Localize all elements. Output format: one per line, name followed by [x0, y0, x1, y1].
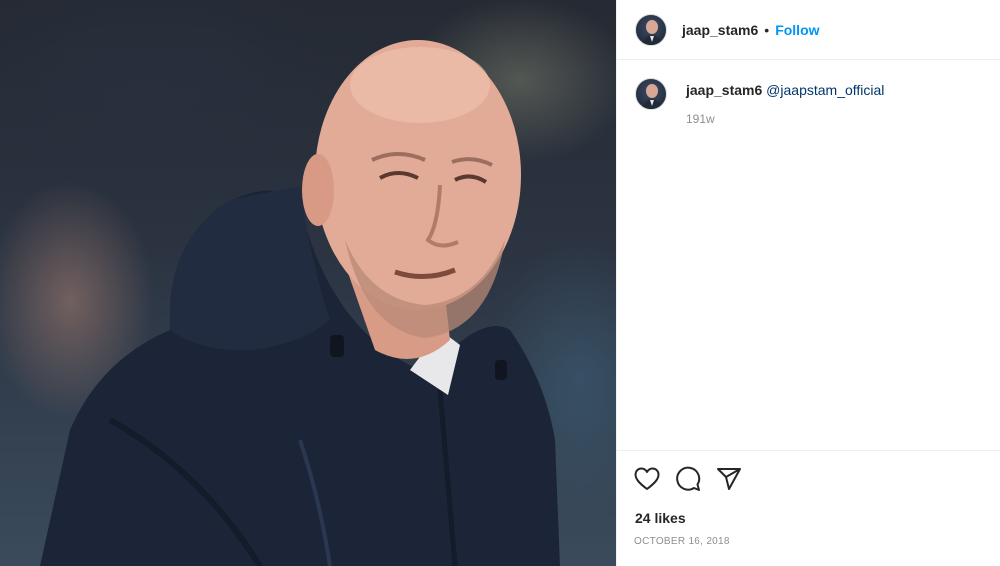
like-button[interactable] [633, 465, 661, 493]
comments-section: jaap_stam6 @jaapstam_official 191w [617, 60, 1000, 126]
author-username[interactable]: jaap_stam6 [682, 22, 758, 38]
post-header: jaap_stam6 • Follow [617, 0, 1000, 60]
comment-icon [676, 466, 701, 491]
avatar-person-icon [641, 84, 663, 109]
follow-button[interactable]: Follow [775, 22, 819, 38]
photo-illustration [40, 40, 560, 566]
post-date[interactable]: October 16, 2018 [633, 536, 984, 547]
share-button[interactable] [715, 465, 743, 493]
avatar-person-icon [641, 19, 663, 45]
heart-icon [634, 467, 660, 490]
caption-text: jaap_stam6 @jaapstam_official [686, 81, 884, 99]
caption-mention-link[interactable]: @jaapstam_official [766, 82, 884, 98]
comment-button[interactable] [674, 465, 702, 493]
caption-author-avatar[interactable] [635, 78, 667, 110]
caption-body: jaap_stam6 @jaapstam_official 191w [686, 78, 884, 126]
send-icon [717, 468, 741, 490]
likes-count[interactable]: 24 likes [633, 510, 984, 526]
action-bar [633, 465, 984, 493]
post-side-panel: jaap_stam6 • Follow jaap_stam6 @jaapstam… [616, 0, 1000, 566]
post-photo[interactable] [0, 0, 616, 566]
caption-username[interactable]: jaap_stam6 [686, 82, 762, 98]
caption-comment: jaap_stam6 @jaapstam_official 191w [635, 78, 982, 126]
post-footer: 24 likes October 16, 2018 [617, 450, 1000, 547]
header-separator: • [764, 21, 770, 38]
caption-timestamp[interactable]: 191w [686, 112, 884, 126]
author-avatar[interactable] [635, 13, 667, 46]
instagram-post: jaap_stam6 • Follow jaap_stam6 @jaapstam… [0, 0, 1000, 566]
